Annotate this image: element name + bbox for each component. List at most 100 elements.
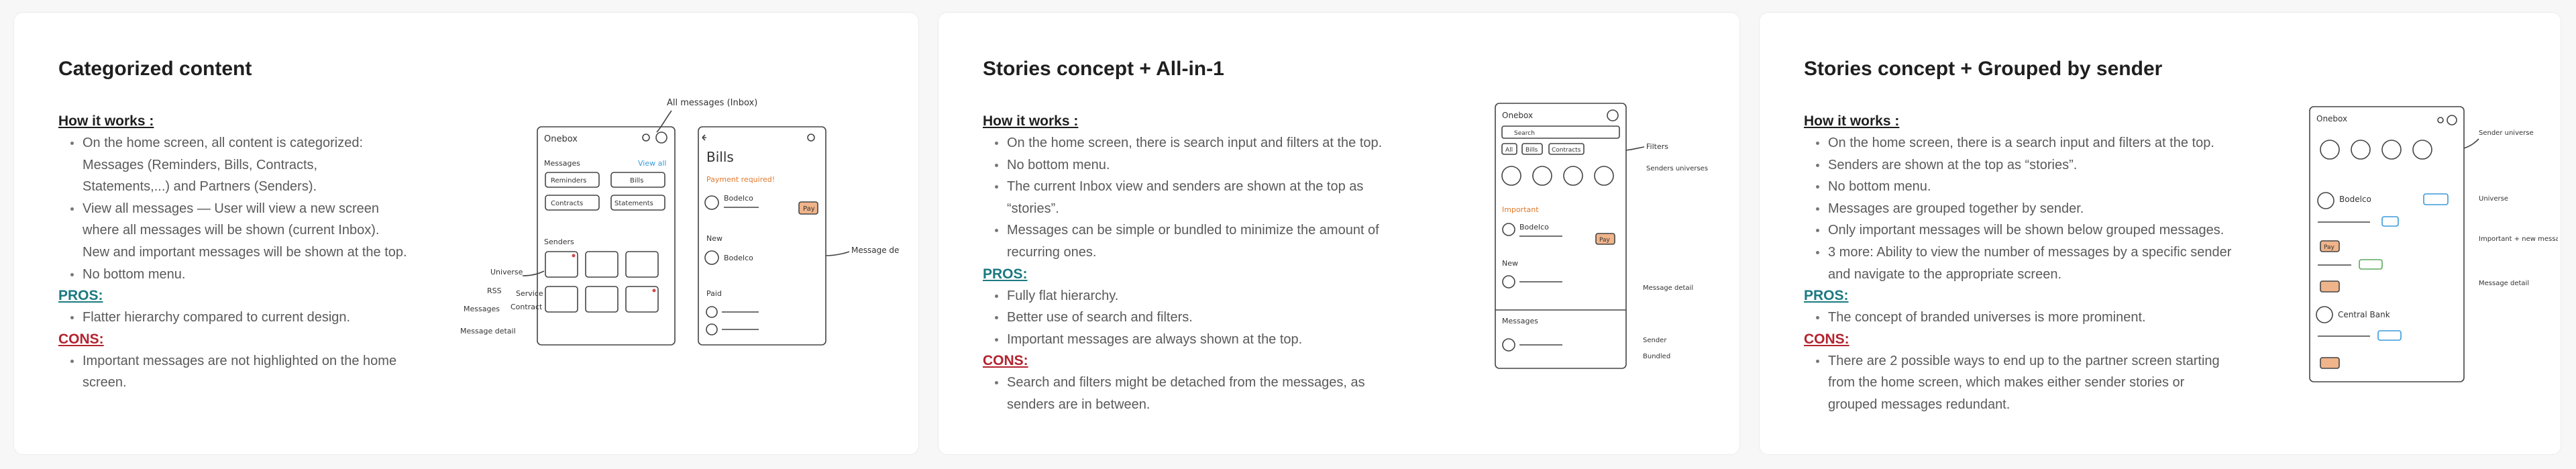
list-item: No bottom menu. xyxy=(1804,176,2233,198)
pros-label: PROS: xyxy=(983,266,1028,282)
list-item: 3 more: Ability to view the number of me… xyxy=(1804,242,2233,285)
list-item: Messages are grouped together by sender. xyxy=(1804,198,2233,220)
filter-chip[interactable]: All xyxy=(1505,147,1513,154)
annotation: Contract xyxy=(511,303,543,311)
item-name: Bodelco xyxy=(724,254,753,262)
list-item: The concept of branded universes is more… xyxy=(1804,307,2233,329)
cons-label: CONS: xyxy=(983,353,1028,369)
how-it-works-list: On the home screen, there is search inpu… xyxy=(983,132,1399,264)
screen-title: Onebox xyxy=(2316,114,2347,123)
chip-label: Contracts xyxy=(551,200,583,207)
concept-card-all-in-1: Stories concept + All-in-1 How it works … xyxy=(938,12,1740,455)
list-item: Only important messages will be shown be… xyxy=(1804,219,2233,242)
annotation: Message detail xyxy=(2479,280,2529,287)
annotation: Sender xyxy=(1643,337,1667,344)
avatar xyxy=(2447,115,2457,125)
wireframe-sketch: All messages (Inbox) Onebox Messages Vie… xyxy=(443,80,900,362)
card-text: Stories concept + Grouped by sender How … xyxy=(1804,57,2233,416)
pros-label: PROS: xyxy=(1804,288,1849,304)
how-it-works-label: How it works : xyxy=(983,113,1079,129)
list-item: No bottom menu. xyxy=(58,264,407,286)
item-name: Bodelco xyxy=(2339,195,2371,204)
cons-list: Search and filters might be detached fro… xyxy=(983,372,1399,415)
view-all-link[interactable]: View all xyxy=(638,159,666,168)
screen-title: Bills xyxy=(706,149,734,165)
how-it-works-list: On the home screen, all content is categ… xyxy=(58,132,407,285)
chip-label: Reminders xyxy=(551,177,586,185)
card-text: Categorized content How it works : On th… xyxy=(58,57,407,394)
section-heading: Senders xyxy=(544,238,574,246)
annotation: Sender universe xyxy=(2479,129,2534,137)
filter-chip[interactable]: Contracts xyxy=(1552,147,1581,154)
how-it-works-list: On the home screen, there is a search in… xyxy=(1804,132,2233,285)
pay-label: Pay xyxy=(803,205,815,213)
item-name: Bodelco xyxy=(724,194,753,203)
important-heading: Payment required! xyxy=(706,175,775,184)
section-heading: New xyxy=(706,234,722,243)
list-item: Important messages are not highlighted o… xyxy=(58,350,407,394)
list-item: Important messages are always shown at t… xyxy=(983,329,1399,351)
section-heading: Messages xyxy=(1502,317,1538,325)
card-title: Categorized content xyxy=(58,58,252,80)
list-item: Flatter hierarchy compared to current de… xyxy=(58,307,407,329)
search-icon xyxy=(807,134,815,142)
annotation: Senders universes xyxy=(1646,165,1708,172)
annotation: Message detail xyxy=(1643,284,1693,292)
list-item: Messages can be simple or bundled to min… xyxy=(983,219,1399,263)
annotation: Bundled xyxy=(1643,353,1670,360)
pros-list: Flatter hierarchy compared to current de… xyxy=(58,307,407,329)
search-placeholder: Search xyxy=(1514,130,1535,137)
cons-list: Important messages are not highlighted o… xyxy=(58,350,407,394)
wireframe-sketch: Onebox Bodelco Pay Central Bank Sender u… xyxy=(2303,100,2558,395)
annotation-all-messages: All messages (Inbox) xyxy=(667,98,757,108)
list-item: Search and filters might be detached fro… xyxy=(983,372,1399,415)
cons-label: CONS: xyxy=(1804,331,1849,347)
chip-label: Bills xyxy=(630,177,643,185)
concept-card-categorized: Categorized content How it works : On th… xyxy=(13,12,919,455)
annotation: Message detail xyxy=(851,246,900,255)
section-heading: Paid xyxy=(706,289,722,298)
annotation: Important + new messages xyxy=(2479,236,2558,243)
section-heading: New xyxy=(1502,259,1518,268)
annotation: Message detail xyxy=(460,327,516,335)
cons-label: CONS: xyxy=(58,331,104,347)
list-item: On the home screen, there is search inpu… xyxy=(983,132,1399,154)
card-title: Stories concept + All-in-1 xyxy=(983,58,1224,80)
annotation: Service xyxy=(516,289,543,298)
list-item: There are 2 possible ways to end up to t… xyxy=(1804,350,2233,416)
list-item: The current Inbox view and senders are s… xyxy=(983,176,1399,219)
list-item: Better use of search and filters. xyxy=(983,307,1399,329)
item-name: Central Bank xyxy=(2338,310,2390,319)
filter-chip[interactable]: Bills xyxy=(1525,147,1538,154)
back-arrow-icon xyxy=(702,134,706,141)
pay-label: Pay xyxy=(2324,244,2335,251)
list-item: Senders are shown at the top as “stories… xyxy=(1804,154,2233,176)
list-item: No bottom menu. xyxy=(983,154,1399,176)
avatar xyxy=(655,132,667,144)
search-icon xyxy=(2437,117,2444,123)
card-title: Stories concept + Grouped by sender xyxy=(1804,58,2163,80)
annotation: Universe xyxy=(490,268,523,276)
pay-label: Pay xyxy=(1599,237,1611,244)
pros-list: The concept of branded universes is more… xyxy=(1804,307,2233,329)
pros-list: Fully flat hierarchy. Better use of sear… xyxy=(983,285,1399,351)
chip-label: Statements xyxy=(614,200,653,207)
list-item: Fully flat hierarchy. xyxy=(983,285,1399,307)
list-item: On the home screen, there is a search in… xyxy=(1804,132,2233,154)
annotation: RSS xyxy=(487,286,502,295)
avatar xyxy=(1607,109,1619,121)
important-heading: Important xyxy=(1502,205,1539,214)
annotation: Universe xyxy=(2479,195,2508,203)
search-icon xyxy=(642,134,650,142)
screen-title: Onebox xyxy=(544,134,578,144)
list-item: View all messages — User will view a new… xyxy=(58,198,407,264)
section-heading: Messages xyxy=(544,159,580,168)
how-it-works-label: How it works : xyxy=(58,113,154,129)
item-name: Bodelco xyxy=(1519,223,1549,231)
screen-title: Onebox xyxy=(1502,111,1533,120)
list-item: On the home screen, all content is categ… xyxy=(58,132,407,198)
annotation: Filters xyxy=(1646,142,1668,151)
cons-list: There are 2 possible ways to end up to t… xyxy=(1804,350,2233,416)
wireframe-sketch: Onebox Search All Bills Contracts Import… xyxy=(1489,97,1737,392)
concept-card-grouped-by-sender: Stories concept + Grouped by sender How … xyxy=(1759,12,2561,455)
